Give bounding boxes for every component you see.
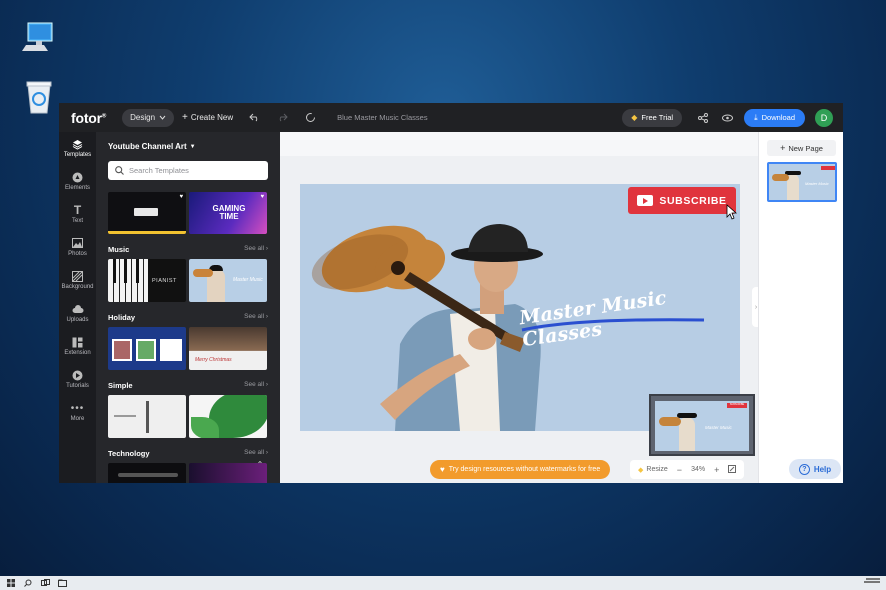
search-icon	[115, 166, 124, 175]
resize-button[interactable]: ◆ Resize	[638, 466, 668, 474]
user-avatar[interactable]: D	[815, 108, 833, 127]
rail-item-photos[interactable]: Photos	[59, 237, 96, 257]
minimap-preview: Master Music SUBSCRIBE	[655, 401, 749, 451]
template-thumb-simple-leaf[interactable]	[189, 395, 267, 438]
background-icon	[72, 270, 84, 282]
mouse-cursor-icon	[726, 204, 738, 220]
question-icon: ?	[798, 463, 810, 475]
canvas-area: Master Music Classes SUBSCRIBE Master Mu…	[280, 132, 758, 483]
section-technology-label: Technology	[108, 449, 150, 458]
left-rail: Templates Elements T Text Photos Backgro…	[59, 132, 96, 483]
template-thumb-holiday-blue[interactable]	[108, 327, 186, 370]
download-icon: ⤓	[754, 112, 758, 122]
see-all-simple-link[interactable]: See all ›	[244, 381, 268, 388]
page-thumbnail-1[interactable]: Master Music	[767, 162, 837, 202]
fotor-logo[interactable]: fotor®	[71, 110, 106, 126]
text-icon: T	[73, 203, 82, 217]
extension-icon	[72, 336, 84, 348]
zoom-controls: ◆ Resize − 34% +	[630, 460, 745, 479]
section-holiday-label: Holiday	[108, 313, 136, 322]
rail-item-text[interactable]: T Text	[59, 203, 96, 224]
top-toolbar: fotor® Design + Create New Blue Master M…	[59, 103, 843, 132]
rail-item-extension[interactable]: Extension	[59, 336, 96, 356]
upload-cloud-icon	[72, 303, 84, 315]
pianist-thumb-text: PIANIST	[152, 278, 177, 284]
template-thumb-pianist[interactable]: PIANIST	[108, 259, 186, 302]
rail-item-uploads[interactable]: Uploads	[59, 303, 96, 323]
recycle-bin-icon[interactable]	[20, 78, 58, 116]
search-input[interactable]	[129, 166, 259, 175]
template-thumb-guitar-selected[interactable]: Master Music	[189, 259, 267, 302]
desktop-computer-icon[interactable]	[20, 18, 58, 56]
templates-panel: Youtube Channel Art ▼ ♥ GAMING TIME ♥ Mu…	[96, 132, 280, 483]
template-category-dropdown[interactable]: Youtube Channel Art ▼	[108, 142, 196, 151]
elements-icon	[72, 171, 84, 183]
caret-down-icon: ▼	[189, 143, 196, 150]
canvas-top-strip	[280, 132, 758, 156]
brush-stroke-decor	[521, 318, 705, 332]
section-music-label: Music	[108, 245, 130, 254]
layers-icon	[72, 138, 84, 150]
pages-panel: + New Page Master Music ? Help	[758, 132, 843, 483]
section-simple-label: Simple	[108, 381, 133, 390]
heart-icon[interactable]: ♥	[179, 194, 183, 200]
sync-icon[interactable]	[303, 111, 317, 125]
template-search-box[interactable]	[108, 161, 268, 180]
more-dots-icon: •••	[70, 402, 85, 414]
undo-icon[interactable]	[247, 111, 261, 125]
help-button[interactable]: ? Help	[789, 459, 841, 479]
windows-taskbar	[0, 576, 886, 590]
free-trial-button[interactable]: ◆ Free Trial	[622, 108, 683, 127]
template-thumb-dark[interactable]: ♥	[108, 192, 186, 234]
diamond-icon: ◆	[638, 466, 644, 474]
windows-start-icon[interactable]	[5, 577, 17, 589]
rail-item-templates[interactable]: Templates	[59, 138, 96, 158]
heart-icon[interactable]: ♥	[260, 194, 264, 200]
photos-icon	[72, 237, 84, 249]
see-all-holiday-link[interactable]: See all ›	[244, 313, 268, 320]
taskbar-search-icon[interactable]	[22, 577, 34, 589]
system-clock[interactable]	[864, 577, 880, 583]
rail-item-more[interactable]: ••• More	[59, 402, 96, 423]
rail-item-background[interactable]: Background	[59, 270, 96, 290]
canvas-minimap[interactable]: Master Music SUBSCRIBE	[649, 394, 755, 456]
zoom-level: 34%	[691, 466, 706, 473]
scroll-up-icon[interactable]: ⌃	[253, 457, 267, 471]
file-explorer-icon[interactable]	[56, 577, 68, 589]
youtube-play-icon	[637, 195, 654, 206]
document-title[interactable]: Blue Master Music Classes	[337, 113, 427, 122]
preview-eye-icon[interactable]	[720, 111, 734, 125]
fotor-app-window: fotor® Design + Create New Blue Master M…	[59, 103, 843, 483]
play-icon	[72, 369, 84, 381]
see-all-technology-link[interactable]: See all ›	[244, 449, 268, 456]
minimap-subscribe-badge: SUBSCRIBE	[727, 403, 747, 408]
rail-item-tutorials[interactable]: Tutorials	[59, 369, 96, 389]
diamond-icon: ◆	[631, 113, 638, 122]
task-view-icon[interactable]	[39, 577, 51, 589]
new-page-button[interactable]: + New Page	[767, 140, 836, 156]
template-thumb-christmas[interactable]: Merry Christmas	[189, 327, 267, 370]
template-thumb-gaming[interactable]: GAMING TIME ♥	[189, 192, 267, 234]
redo-icon[interactable]	[275, 111, 289, 125]
zoom-in-button[interactable]: +	[714, 465, 719, 475]
download-button[interactable]: ⤓ Download	[744, 108, 805, 127]
share-icon[interactable]	[696, 111, 710, 125]
plus-icon: +	[780, 143, 786, 153]
template-thumb-tech-dark[interactable]	[108, 463, 186, 483]
christmas-thumb-text: Merry Christmas	[195, 357, 232, 363]
see-all-music-link[interactable]: See all ›	[244, 245, 268, 252]
plus-icon: +	[182, 112, 188, 123]
zoom-out-button[interactable]: −	[677, 465, 682, 475]
subscribe-badge[interactable]: SUBSCRIBE	[628, 187, 736, 214]
rail-item-elements[interactable]: Elements	[59, 171, 96, 191]
design-menu-button[interactable]: Design	[122, 108, 175, 127]
create-new-button[interactable]: + Create New	[182, 112, 233, 123]
toolbar-right-group: ◆ Free Trial ⤓ Download D	[622, 103, 833, 132]
template-thumb-simple-pencil[interactable]	[108, 395, 186, 438]
fit-screen-icon[interactable]	[728, 464, 737, 475]
chevron-down-icon	[159, 115, 166, 120]
watermark-free-banner[interactable]: ♥ Try design resources without watermark…	[430, 460, 611, 479]
heart-badge-icon: ♥	[440, 465, 445, 474]
gaming-thumb-text: GAMING TIME	[212, 204, 246, 221]
